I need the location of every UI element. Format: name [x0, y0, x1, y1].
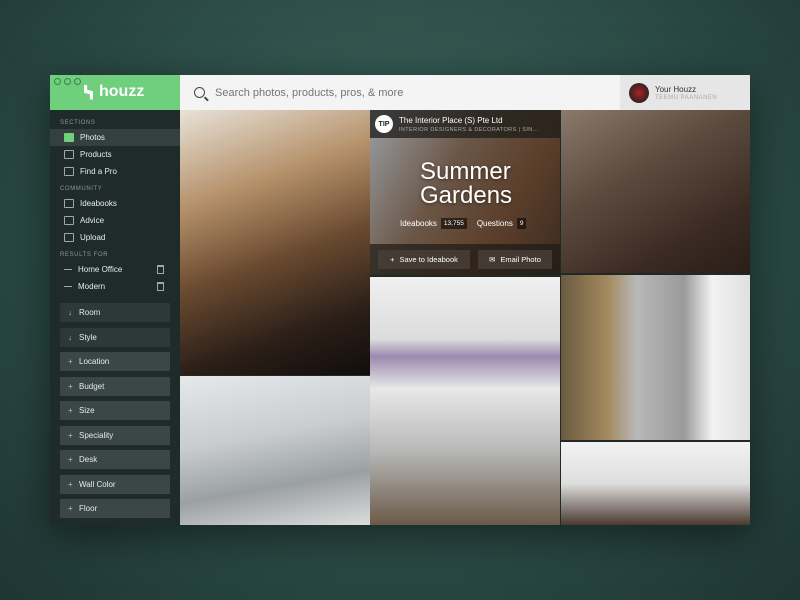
photo-grid: TIP The Interior Place (S) Pte Ltd INTERI…	[180, 110, 750, 525]
houzz-logo[interactable]: houzz	[84, 83, 144, 101]
results-heading: RESULTS FOR	[60, 252, 109, 258]
photo-tile[interactable]	[561, 442, 750, 525]
sidebar-item-ideabooks[interactable]: Ideabooks	[50, 195, 180, 212]
plus-icon: +	[68, 357, 73, 366]
filter-floor[interactable]: + Floor	[60, 499, 170, 518]
result-modern[interactable]: Modern	[50, 278, 180, 295]
filter-room[interactable]: ↓ Room	[60, 303, 170, 322]
filter-list: ↓ Room ↓ Style + Location + Budget + Size + Special…	[50, 295, 180, 518]
filter-style[interactable]: ↓ Style	[60, 327, 170, 347]
photo-tile[interactable]	[561, 275, 750, 440]
ideabooks-icon	[64, 199, 74, 208]
photo-actions: + Save to Ideabook ✉ Email Photo	[370, 244, 560, 275]
save-to-ideabook-button[interactable]: + Save to Ideabook	[378, 250, 470, 269]
filter-speciality[interactable]: + Speciality	[60, 425, 170, 445]
sidebar-item-advice[interactable]: Advice	[50, 212, 180, 229]
ideabooks-label: Ideabooks	[400, 219, 437, 228]
community-heading: COMMUNITY	[60, 186, 103, 192]
user-title: Your Houzz	[655, 84, 697, 94]
trash-icon[interactable]	[157, 265, 164, 274]
app-window: houzz Your HouzzTEEMU PAANANEN SECTIONS …	[50, 75, 750, 525]
ideabooks-count: 13,755	[440, 218, 467, 229]
window-controls[interactable]	[54, 78, 81, 85]
minus-icon	[64, 269, 72, 270]
questions-label[interactable]: Questions	[477, 219, 513, 228]
photo-title: Summer Gardens	[420, 158, 513, 209]
houzz-logo-icon	[84, 84, 93, 100]
photo-overlay: TIP The Interior Place (S) Pte Ltd INTERI…	[370, 110, 560, 275]
filter-wall-color[interactable]: + Wall Color	[60, 474, 170, 494]
plus-icon: +	[68, 455, 73, 464]
search-input[interactable]	[213, 85, 597, 100]
user-name: TEEMU PAANANEN	[655, 94, 718, 101]
arrow-down-icon: ↓	[68, 308, 72, 317]
pro-header[interactable]: TIP The Interior Place (S) Pte Ltd INTERI…	[370, 110, 560, 138]
upload-icon	[64, 233, 74, 242]
products-icon	[64, 150, 74, 159]
sidebar-item-upload[interactable]: Upload	[50, 229, 180, 246]
filter-size[interactable]: + Size	[60, 401, 170, 420]
arrow-down-icon: ↓	[68, 332, 72, 342]
photo-tile[interactable]	[180, 376, 370, 525]
photos-icon	[64, 133, 74, 142]
sidebar-item-find-a-pro[interactable]: Find a Pro	[50, 163, 180, 180]
envelope-icon: ✉	[489, 255, 496, 264]
logo-bar: houzz	[50, 75, 180, 110]
sidebar: SECTIONS Photos Products Find a Pro COMM…	[50, 110, 180, 525]
minus-icon	[64, 286, 72, 287]
photo-stats: Ideabooks 13,755 Questions 9	[400, 218, 527, 229]
search-icon	[194, 87, 205, 98]
plus-icon: +	[68, 479, 73, 489]
email-photo-button[interactable]: ✉ Email Photo	[478, 250, 552, 269]
advice-icon	[64, 216, 74, 225]
sections-heading: SECTIONS	[60, 120, 96, 126]
pro-subtitle: INTERIOR DESIGNERS & DECORATORS | SIN...	[399, 126, 539, 133]
filter-budget[interactable]: + Budget	[60, 376, 170, 396]
result-home-office[interactable]: Home Office	[50, 261, 180, 278]
sidebar-item-products[interactable]: Products	[50, 146, 180, 163]
trash-icon[interactable]	[157, 282, 164, 291]
filter-desk[interactable]: + Desk	[60, 450, 170, 469]
find-pro-icon	[64, 167, 74, 176]
photo-tile[interactable]	[370, 277, 560, 525]
photo-tile[interactable]	[180, 110, 370, 375]
sidebar-item-photos[interactable]: Photos	[50, 129, 180, 146]
pro-logo: TIP	[375, 115, 393, 133]
plus-icon: +	[68, 504, 73, 513]
plus-icon: +	[390, 255, 395, 264]
pro-name[interactable]: The Interior Place (S) Pte Ltd	[399, 116, 538, 125]
plus-icon: +	[68, 430, 73, 440]
user-menu[interactable]: Your Houzz TEEMU PAANANEN	[620, 75, 750, 110]
search-bar[interactable]	[180, 75, 620, 110]
plus-icon: +	[68, 381, 73, 391]
filter-location[interactable]: + Location	[60, 352, 170, 371]
photo-tile[interactable]	[561, 110, 750, 273]
questions-count: 9	[516, 218, 527, 229]
plus-icon: +	[68, 406, 73, 415]
avatar	[629, 82, 649, 103]
